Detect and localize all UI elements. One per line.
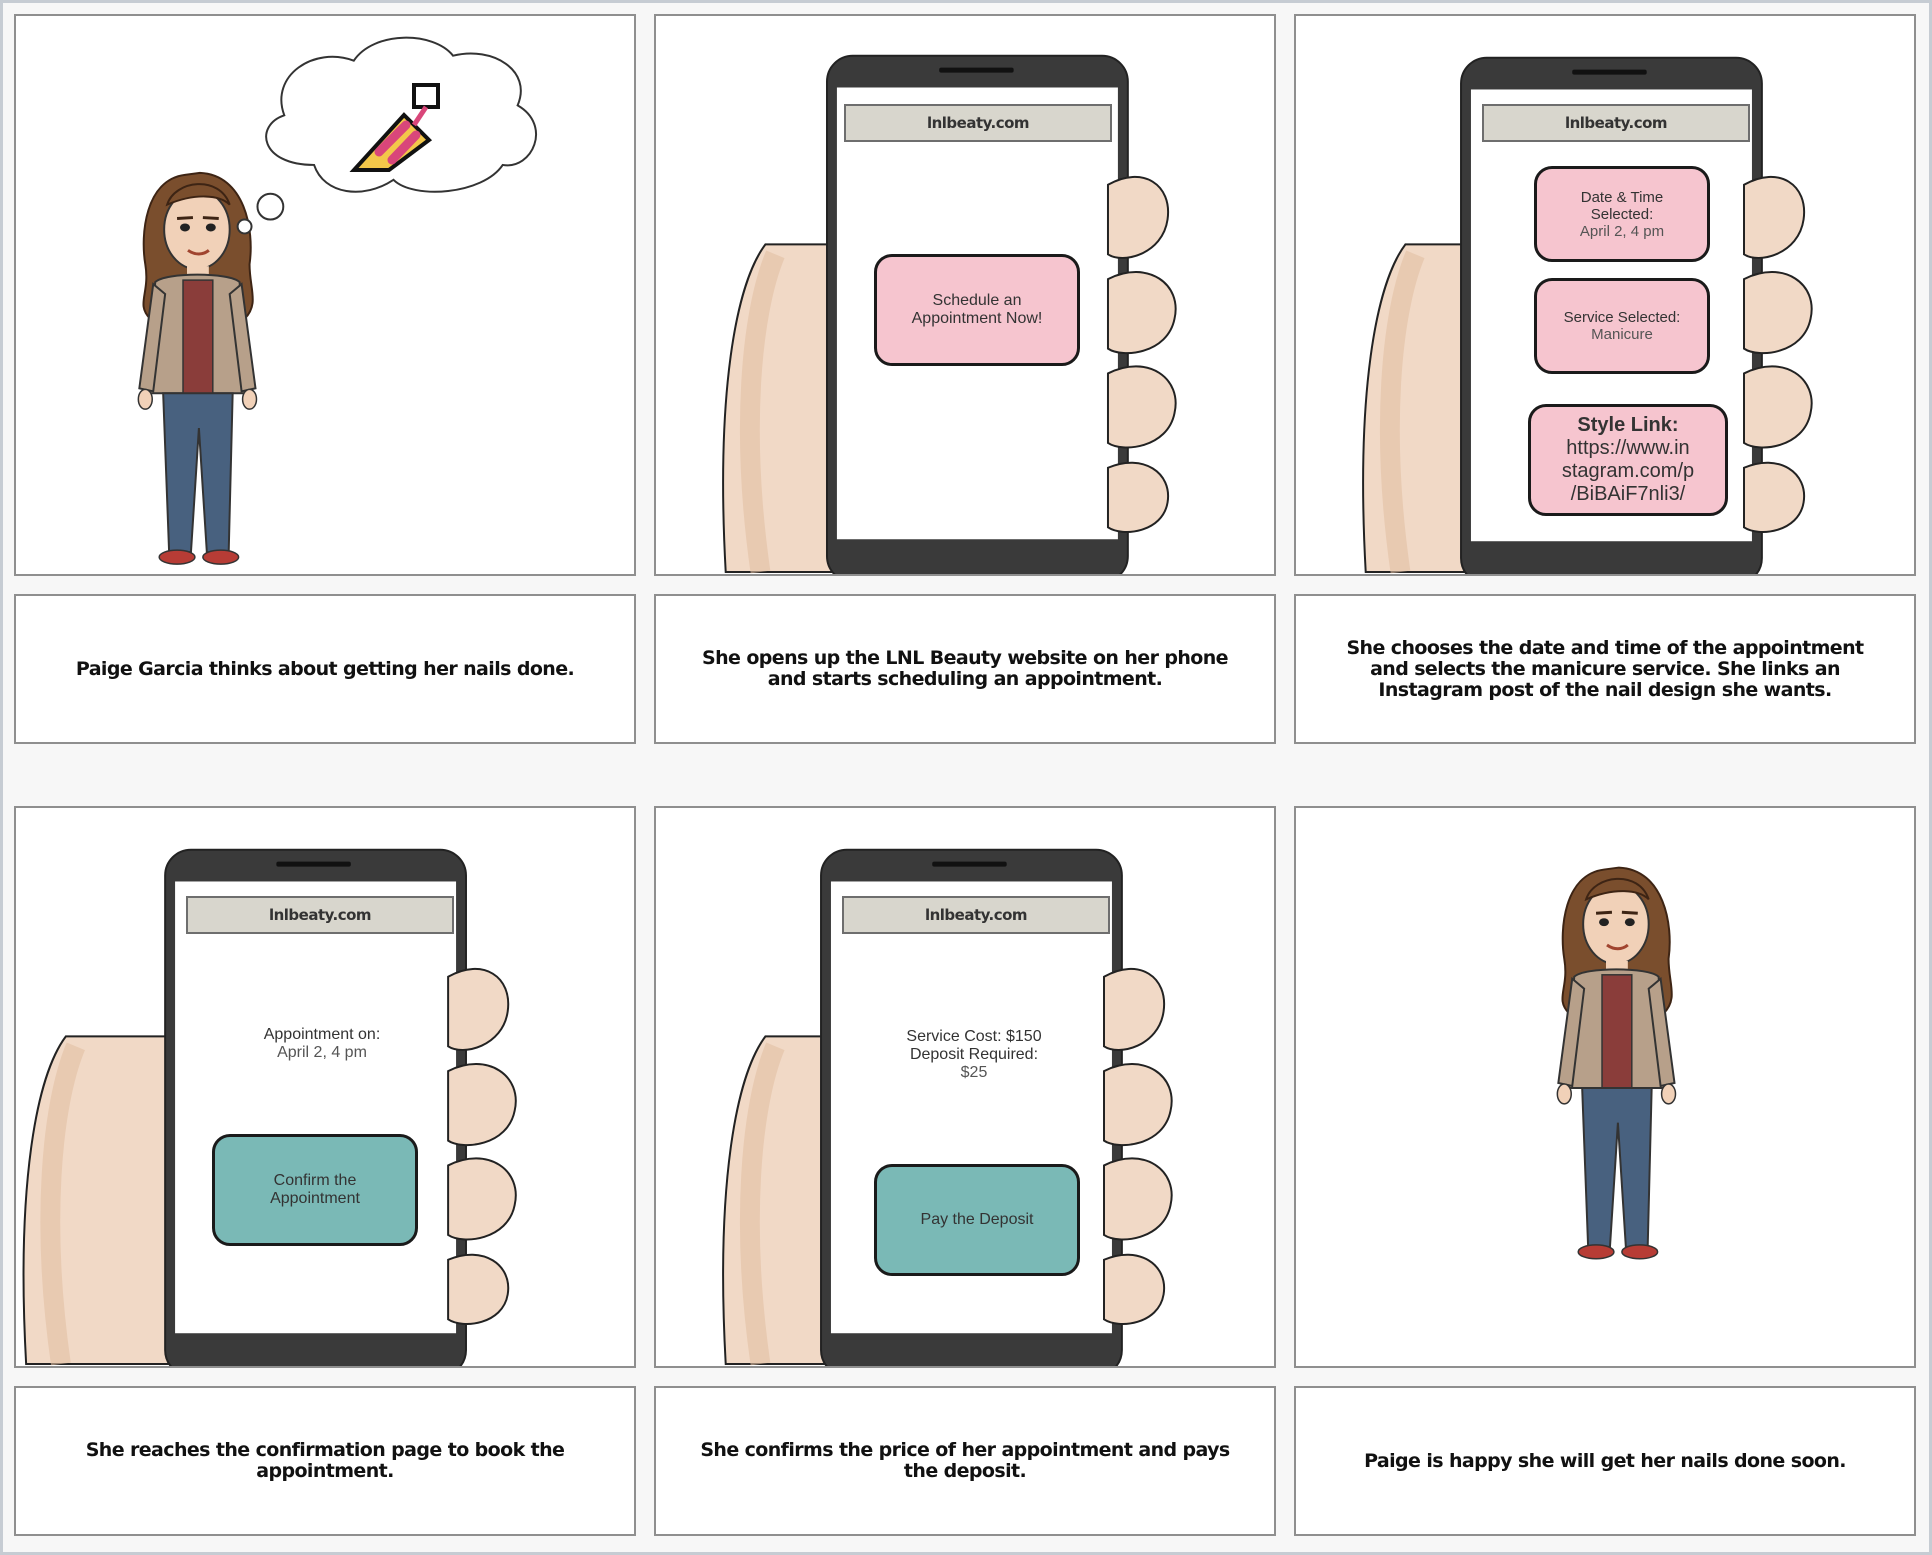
service-selected-box[interactable]: Service Selected: Manicure xyxy=(1534,278,1710,374)
hand-phone-illustration xyxy=(656,848,1173,1366)
caption-text: She reaches the confirmation page to boo… xyxy=(85,1439,565,1482)
nail-polish-icon xyxy=(349,83,440,172)
date-title: Date & Time xyxy=(1580,188,1664,206)
service-cost: Service Cost: $150 xyxy=(906,1028,1042,1045)
panel-4-scene: lnlbeaty.com Appointment on: April 2, 4 … xyxy=(14,806,636,1368)
caption-text: Paige Garcia thinks about getting her na… xyxy=(75,657,575,680)
caption-text: She chooses the date and time of the app… xyxy=(1346,636,1864,701)
caption-6: Paige is happy she will get her nails do… xyxy=(1294,1386,1916,1536)
caption-4: She reaches the confirmation page to boo… xyxy=(14,1386,636,1536)
url-bar[interactable]: lnlbeaty.com xyxy=(844,104,1112,142)
button-label: Pay the Deposit xyxy=(920,1211,1034,1228)
appointment-title: Appointment on: xyxy=(263,1026,381,1043)
url-bar[interactable]: lnlbeaty.com xyxy=(1482,104,1750,142)
url-bar[interactable]: lnlbeaty.com xyxy=(186,896,454,934)
style-link-line[interactable]: stagram.com/p xyxy=(1562,460,1694,483)
button-line: Appointment xyxy=(270,1190,360,1207)
button-line: Schedule an xyxy=(932,292,1022,309)
style-link-line[interactable]: https://www.in xyxy=(1566,437,1689,460)
caption-text: She opens up the LNL Beauty website on h… xyxy=(702,647,1229,690)
panel-1-scene xyxy=(14,14,636,576)
appointment-value: April 2, 4 pm xyxy=(277,1044,367,1061)
panel-5-scene: lnlbeaty.com Service Cost: $150 Deposit … xyxy=(654,806,1276,1368)
appointment-info: Appointment on: April 2, 4 pm xyxy=(212,1026,432,1062)
date-time-selected-box[interactable]: Date & Time Selected: April 2, 4 pm xyxy=(1534,166,1710,262)
url-bar[interactable]: lnlbeaty.com xyxy=(842,896,1110,934)
caption-2: She opens up the LNL Beauty website on h… xyxy=(654,594,1276,744)
button-line: Confirm the xyxy=(273,1172,357,1189)
panel-2-scene: lnlbeaty.com Schedule an Appointment Now… xyxy=(654,14,1276,576)
style-link-line[interactable]: /BiBAiF7nli3/ xyxy=(1571,483,1686,506)
service-value: Manicure xyxy=(1591,326,1653,343)
caption-3: She chooses the date and time of the app… xyxy=(1294,594,1916,744)
caption-text: She confirms the price of her appointmen… xyxy=(700,1439,1230,1482)
style-link-title: Style Link: xyxy=(1577,414,1679,436)
schedule-appointment-button[interactable]: Schedule an Appointment Now! xyxy=(874,254,1080,366)
hand-phone-illustration xyxy=(16,848,517,1366)
pay-deposit-button[interactable]: Pay the Deposit xyxy=(874,1164,1080,1276)
price-info: Service Cost: $150 Deposit Required: $25 xyxy=(864,1028,1084,1082)
date-value: April 2, 4 pm xyxy=(1579,222,1665,240)
confirm-appointment-button[interactable]: Confirm the Appointment xyxy=(212,1134,418,1246)
panel-3-scene: lnlbeaty.com Date & Time Selected: April… xyxy=(1294,14,1916,576)
date-title: Selected: xyxy=(1590,205,1654,223)
happy-girl-illustration xyxy=(1555,866,1677,1261)
button-line: Appointment Now! xyxy=(911,310,1043,327)
style-link-box[interactable]: Style Link: https://www.in stagram.com/p… xyxy=(1528,404,1728,516)
deposit-required: Deposit Required: xyxy=(909,1046,1039,1063)
caption-text: Paige is happy she will get her nails do… xyxy=(1364,1449,1846,1472)
caption-1: Paige Garcia thinks about getting her na… xyxy=(14,594,636,744)
deposit-value: $25 xyxy=(960,1064,988,1081)
panel-6-scene xyxy=(1294,806,1916,1368)
service-title: Service Selected: xyxy=(1563,309,1681,326)
girl-thinking-illustration xyxy=(136,36,538,566)
caption-5: She confirms the price of her appointmen… xyxy=(654,1386,1276,1536)
